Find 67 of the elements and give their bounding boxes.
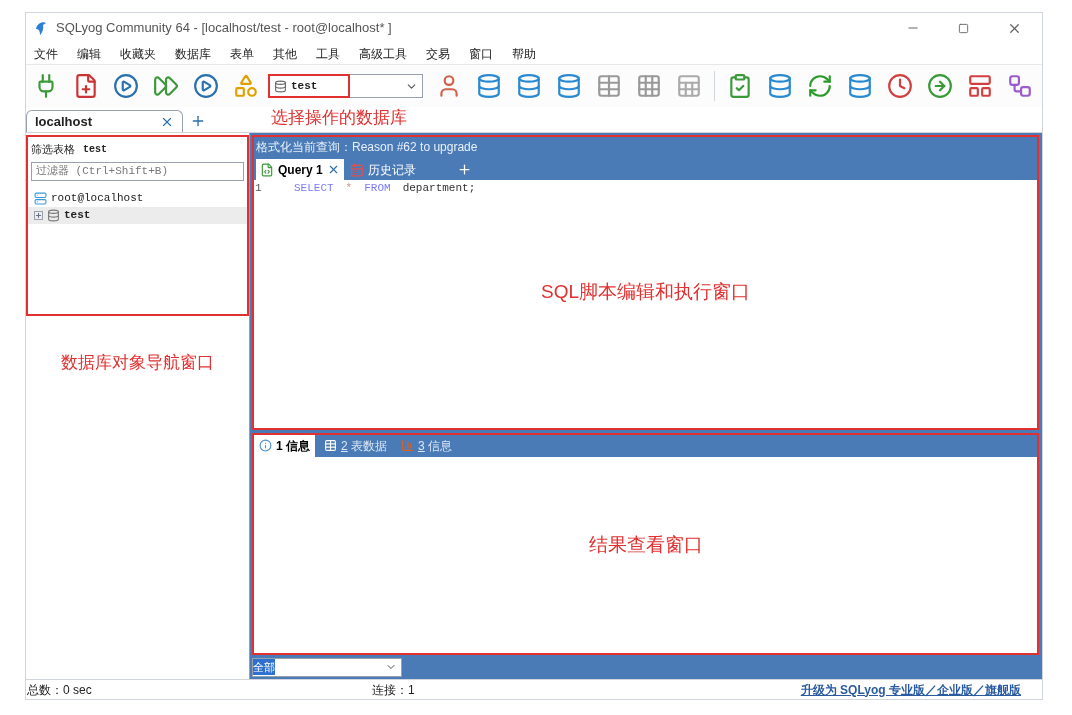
menu-item[interactable]: 其他 xyxy=(273,44,297,63)
connection-tab[interactable]: localhost xyxy=(26,110,183,132)
tree-item[interactable]: test xyxy=(28,207,247,224)
menu-item[interactable]: 交易 xyxy=(426,44,450,63)
tree-item[interactable]: root@localhost xyxy=(28,190,247,207)
annotation-label: 结果查看窗口 xyxy=(588,532,703,557)
fast-forward-icon[interactable] xyxy=(153,73,179,99)
maximize-icon[interactable] xyxy=(958,22,969,34)
arrow-circle-icon[interactable] xyxy=(927,73,953,99)
status-connections: 连接：1 xyxy=(372,681,415,699)
play-icon[interactable] xyxy=(113,73,139,99)
menu-item[interactable]: 数据库 xyxy=(175,44,211,63)
line-number: 1 xyxy=(254,180,263,196)
editor-tab[interactable]: Query 1 xyxy=(256,159,344,180)
database-icon xyxy=(274,79,287,93)
query-file-icon xyxy=(260,162,274,177)
database-icon[interactable] xyxy=(516,73,542,99)
menu-item[interactable]: 工具 xyxy=(316,44,340,63)
add-tab-icon[interactable] xyxy=(190,113,206,129)
dolphin-logo-icon xyxy=(34,20,48,36)
annotation-label: SQL脚本编辑和执行窗口 xyxy=(541,279,750,304)
clock-icon[interactable] xyxy=(887,73,913,99)
annotation-label: 数据库对象导航窗口 xyxy=(61,352,214,374)
sheet-icon[interactable] xyxy=(676,73,702,99)
code-line: SELECT * FROM department; xyxy=(294,180,476,196)
result-tab[interactable]: 3 信息 xyxy=(396,434,458,457)
menu-item[interactable]: 窗口 xyxy=(469,44,493,63)
filter-database: test xyxy=(83,142,107,157)
table-icon[interactable] xyxy=(596,73,622,99)
shapes-icon[interactable] xyxy=(233,73,259,99)
info-icon xyxy=(259,439,272,453)
result-tab[interactable]: 2 表数据 xyxy=(319,434,393,457)
menu-item[interactable]: 收藏夹 xyxy=(120,44,156,63)
workflow-icon[interactable] xyxy=(1007,73,1033,99)
chart-icon xyxy=(401,439,415,453)
refresh-icon[interactable] xyxy=(807,73,833,99)
database-icon[interactable] xyxy=(476,73,502,99)
database-icon[interactable] xyxy=(767,73,793,99)
menu-item[interactable]: 编辑 xyxy=(77,44,101,63)
play-table-icon[interactable] xyxy=(193,73,219,99)
database-select[interactable]: test xyxy=(268,74,423,98)
menu-item[interactable]: 高级工具 xyxy=(359,44,407,63)
editor-tab[interactable]: 历史记录 xyxy=(345,159,420,180)
filter-label: 筛选表格 xyxy=(31,141,75,157)
menu-item[interactable]: 表单 xyxy=(230,44,254,63)
filter-field[interactable]: 过滤器 (Ctrl+Shift+B) xyxy=(31,161,244,181)
server-icon xyxy=(34,192,47,205)
clipboard-check-icon[interactable] xyxy=(727,73,753,99)
upgrade-link[interactable]: 升级为 SQLyog 专业版／企业版／旗舰版 xyxy=(800,680,1021,699)
result-tab[interactable]: 1 信息 xyxy=(254,434,316,457)
annotation-label: 选择操作的数据库 xyxy=(271,106,407,129)
add-tab-icon[interactable] xyxy=(456,162,472,177)
editor-header: 格式化当前查询：Reason #62 to upgrade xyxy=(255,139,479,156)
database-icon[interactable] xyxy=(556,73,582,99)
status-time: 总数：0 sec xyxy=(27,681,93,699)
window-title: SQLyog Community 64 - [localhost/test - root@localhost* ] xyxy=(56,19,392,38)
table-icon xyxy=(324,439,338,453)
calendar-icon xyxy=(349,162,364,177)
new-query-icon[interactable] xyxy=(73,73,99,99)
database-icon xyxy=(47,209,60,222)
database-icon[interactable] xyxy=(847,73,873,99)
menu-item[interactable]: 文件 xyxy=(34,44,58,63)
grid-icon[interactable] xyxy=(636,73,662,99)
menu-item[interactable]: 帮助 xyxy=(512,44,536,63)
result-filter-select[interactable]: 全部 xyxy=(252,657,402,677)
layout-icon[interactable] xyxy=(967,73,993,99)
expand-icon[interactable] xyxy=(34,211,43,220)
